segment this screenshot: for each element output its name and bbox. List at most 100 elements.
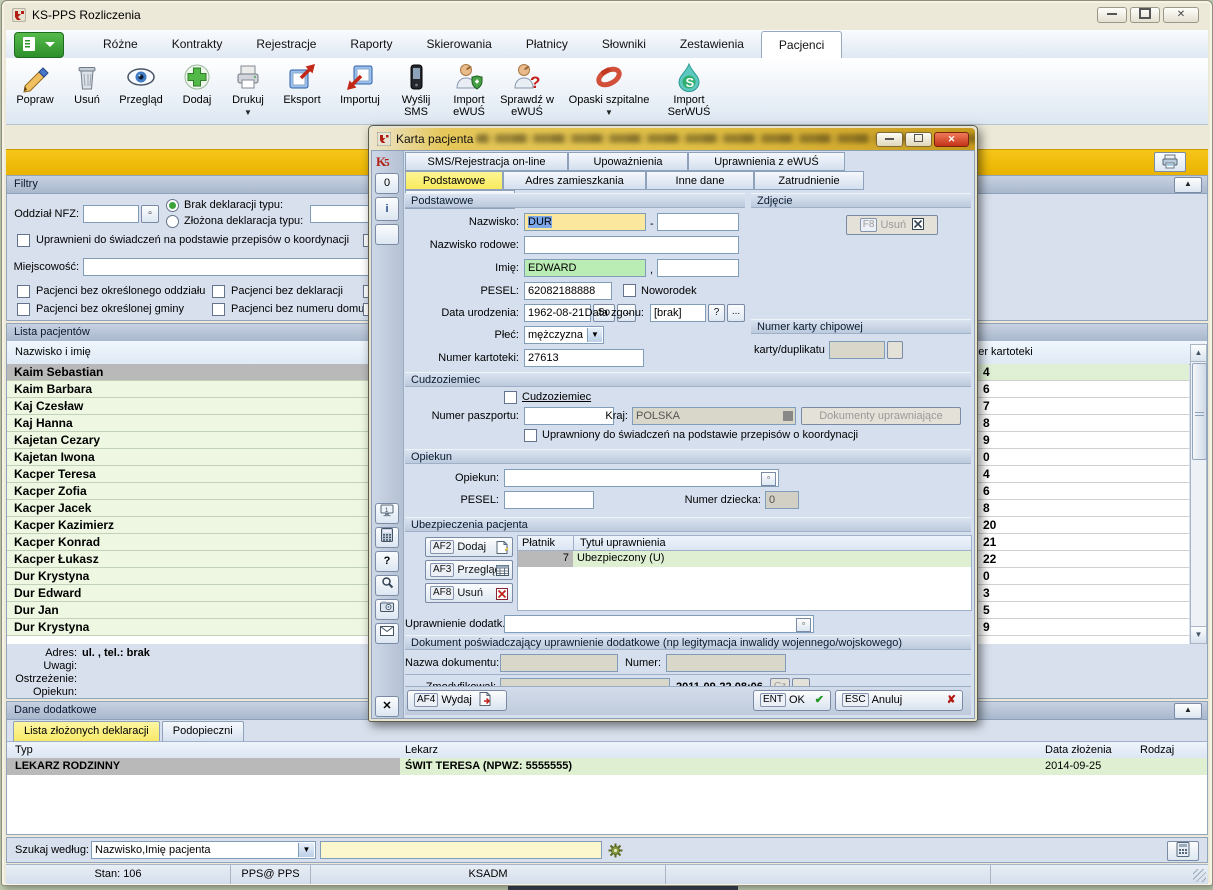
dialog-maximize-button[interactable] — [905, 132, 932, 147]
ubezpieczenie-row-tytul[interactable]: Ubezpieczony (U) — [573, 551, 971, 567]
filters-collapse-button[interactable]: ▲ — [1174, 177, 1202, 193]
drukuj-dropdown-arrow[interactable]: ▼ — [244, 108, 252, 117]
tab-inne-dane[interactable]: Inne dane — [646, 171, 754, 190]
patient-row-kartoteka[interactable]: 6 — [943, 381, 1189, 398]
anuluj-button[interactable]: ESCAnuluj ✘ — [835, 690, 963, 711]
drukuj-button[interactable]: Drukuj ▼ — [223, 60, 273, 119]
patient-row-kartoteka[interactable]: 4 — [943, 364, 1189, 381]
sprawdz-ewus-button[interactable]: ? Sprawdź w eWUŚ — [497, 60, 557, 119]
sidebar-mail-button[interactable] — [375, 623, 399, 644]
search-input[interactable] — [320, 841, 602, 859]
wydaj-button[interactable]: AF4Wydaj — [407, 690, 507, 711]
tab-rozne[interactable]: Różne — [86, 31, 155, 58]
resize-grip[interactable] — [1193, 869, 1206, 882]
app-menu-button[interactable] — [14, 32, 64, 58]
koordynacja-dialog-checkbox[interactable] — [524, 429, 537, 442]
dodaj-button[interactable]: Dodaj — [173, 60, 221, 107]
sidebar-info-button[interactable]: i — [375, 197, 399, 221]
patient-row-kartoteka[interactable]: 7 — [943, 398, 1189, 415]
tab-kontrakty[interactable]: Kontrakty — [155, 31, 240, 58]
patient-row-kartoteka[interactable]: 21 — [943, 534, 1189, 551]
opiekun-field[interactable]: ▫ — [504, 469, 779, 487]
calculator-button[interactable] — [1167, 841, 1199, 861]
tab-lista-deklaracji[interactable]: Lista złożonych deklaracji — [13, 721, 160, 741]
tab-podopieczni[interactable]: Podopieczni — [162, 721, 244, 741]
patient-row-kartoteka[interactable]: 9 — [943, 619, 1189, 636]
gear-icon[interactable] — [608, 843, 623, 858]
patient-row-kartoteka[interactable]: 0 — [943, 449, 1189, 466]
sidebar-close-button[interactable]: ✕ — [375, 696, 399, 717]
tab-pacjenci[interactable]: Pacjenci — [761, 31, 842, 58]
col-nazwisko-imie[interactable]: Nazwisko i imię — [15, 346, 91, 358]
cb-bez-oddzialu[interactable] — [17, 285, 30, 298]
imie-field[interactable]: EDWARD — [524, 259, 646, 277]
col-lekarz[interactable]: Lekarz — [405, 744, 438, 756]
tab-zatrudnienie[interactable]: Zatrudnienie — [754, 171, 864, 190]
importuj-button[interactable]: Importuj — [331, 60, 389, 107]
tab-upowaznienia[interactable]: Upoważnienia — [568, 152, 688, 171]
nazwisko-rodowe-field[interactable] — [524, 236, 739, 254]
opaski-dropdown-arrow[interactable]: ▼ — [605, 108, 613, 117]
dialog-titlebar[interactable]: Karta pacjenta ✕ — [371, 128, 975, 150]
sidebar-camera-button[interactable] — [375, 599, 399, 620]
radio-brak-deklaracji[interactable] — [166, 199, 179, 212]
patient-row-kartoteka[interactable]: 3 — [943, 585, 1189, 602]
patient-list-scrollbar[interactable]: ▲ ▼ — [1190, 344, 1207, 644]
deklaracja-typ[interactable]: LEKARZ RODZINNY — [7, 758, 400, 775]
wyslij-sms-button[interactable]: Wyślij SMS — [391, 60, 441, 119]
cb-bez-deklaracji[interactable] — [212, 285, 225, 298]
patient-row-kartoteka[interactable]: 4 — [943, 466, 1189, 483]
ubezpieczenie-row-platnik[interactable]: 7 — [518, 551, 573, 567]
col-platnik[interactable]: Płatnik — [522, 537, 555, 549]
ubezpieczenie-dodaj-button[interactable]: AF2Dodaj — [425, 537, 513, 557]
col-rodzaj[interactable]: Rodzaj — [1140, 744, 1174, 756]
deklaracja-row[interactable]: LEKARZ RODZINNY ŚWIT TERESA (NPWZ: 55555… — [7, 758, 1207, 775]
nazwisko-field[interactable]: DUR — [524, 213, 646, 231]
dane-dodatkowe-collapse-button[interactable]: ▲ — [1174, 703, 1202, 719]
popraw-button[interactable]: Popraw — [7, 60, 63, 107]
deklaracja-lekarz[interactable]: ŚWIT TERESA (NPWZ: 5555555) — [400, 758, 1040, 775]
opiekun-pesel-field[interactable] — [504, 491, 594, 509]
plec-select[interactable]: mężczyzna ▼ — [524, 326, 604, 344]
patient-row-kartoteka[interactable]: 8 — [943, 500, 1189, 517]
tab-raporty[interactable]: Raporty — [333, 31, 409, 58]
tab-uprawnienia-ewus[interactable]: Uprawnienia z eWUŚ — [688, 152, 845, 171]
tab-slowniki[interactable]: Słowniki — [585, 31, 663, 58]
zdjecie-usun-button[interactable]: F8Usuń — [846, 215, 938, 235]
cudzoziemiec-checkbox[interactable] — [504, 391, 517, 404]
ubezpieczenie-przeglad-button[interactable]: AF3Przegląd — [425, 560, 513, 580]
tab-platnicy[interactable]: Płatnicy — [509, 31, 585, 58]
pesel-field[interactable]: 62082188888 — [524, 282, 612, 300]
noworodek-checkbox[interactable] — [623, 284, 636, 297]
patient-row-kartoteka[interactable]: 8 — [943, 415, 1189, 432]
chevron-down-icon[interactable]: ▼ — [587, 328, 602, 342]
scroll-thumb[interactable] — [1192, 363, 1207, 460]
radio-zlozona-deklaracja[interactable] — [166, 215, 179, 228]
data-zgonu-picker-button[interactable]: ... — [727, 304, 745, 322]
tab-rejestracje[interactable]: Rejestracje — [239, 31, 333, 58]
sidebar-calculator-button[interactable] — [375, 527, 399, 548]
opaski-button[interactable]: Opaski szpitalne ▼ — [559, 60, 659, 119]
maximize-button[interactable] — [1130, 7, 1160, 23]
tab-podstawowe[interactable]: Podstawowe — [405, 171, 503, 190]
col-tytul-uprawnienia[interactable]: Tytuł uprawnienia — [580, 536, 666, 551]
patient-row-kartoteka[interactable]: 22 — [943, 551, 1189, 568]
import-ewus-button[interactable]: Import eWUŚ — [443, 60, 495, 119]
import-serwus-button[interactable]: S Import SerWUŚ — [661, 60, 717, 119]
sidebar-blank-button[interactable] — [375, 224, 399, 245]
koordynacja-checkbox[interactable] — [17, 234, 30, 247]
scroll-up-button[interactable]: ▲ — [1191, 345, 1206, 362]
col-typ[interactable]: Typ — [15, 744, 33, 756]
cb-bez-domu[interactable] — [212, 303, 225, 316]
close-button[interactable]: ✕ — [1163, 7, 1199, 23]
patient-row-kartoteka[interactable]: 0 — [943, 568, 1189, 585]
data-zgonu-help-button[interactable]: ? — [708, 304, 725, 322]
usun-button[interactable]: Usuń — [65, 60, 109, 107]
uprawnienie-picker-button[interactable]: ▫ — [796, 618, 811, 632]
search-mode-select[interactable]: Nazwisko,Imię pacjenta ▼ — [91, 841, 316, 859]
ok-button[interactable]: ENTOK ✔ — [753, 690, 831, 711]
oddzial-nfz-field[interactable] — [83, 205, 139, 223]
tab-zestawienia[interactable]: Zestawienia — [663, 31, 761, 58]
col-data-zlozenia[interactable]: Data złożenia — [1045, 744, 1112, 756]
sidebar-search-button[interactable] — [375, 575, 399, 596]
